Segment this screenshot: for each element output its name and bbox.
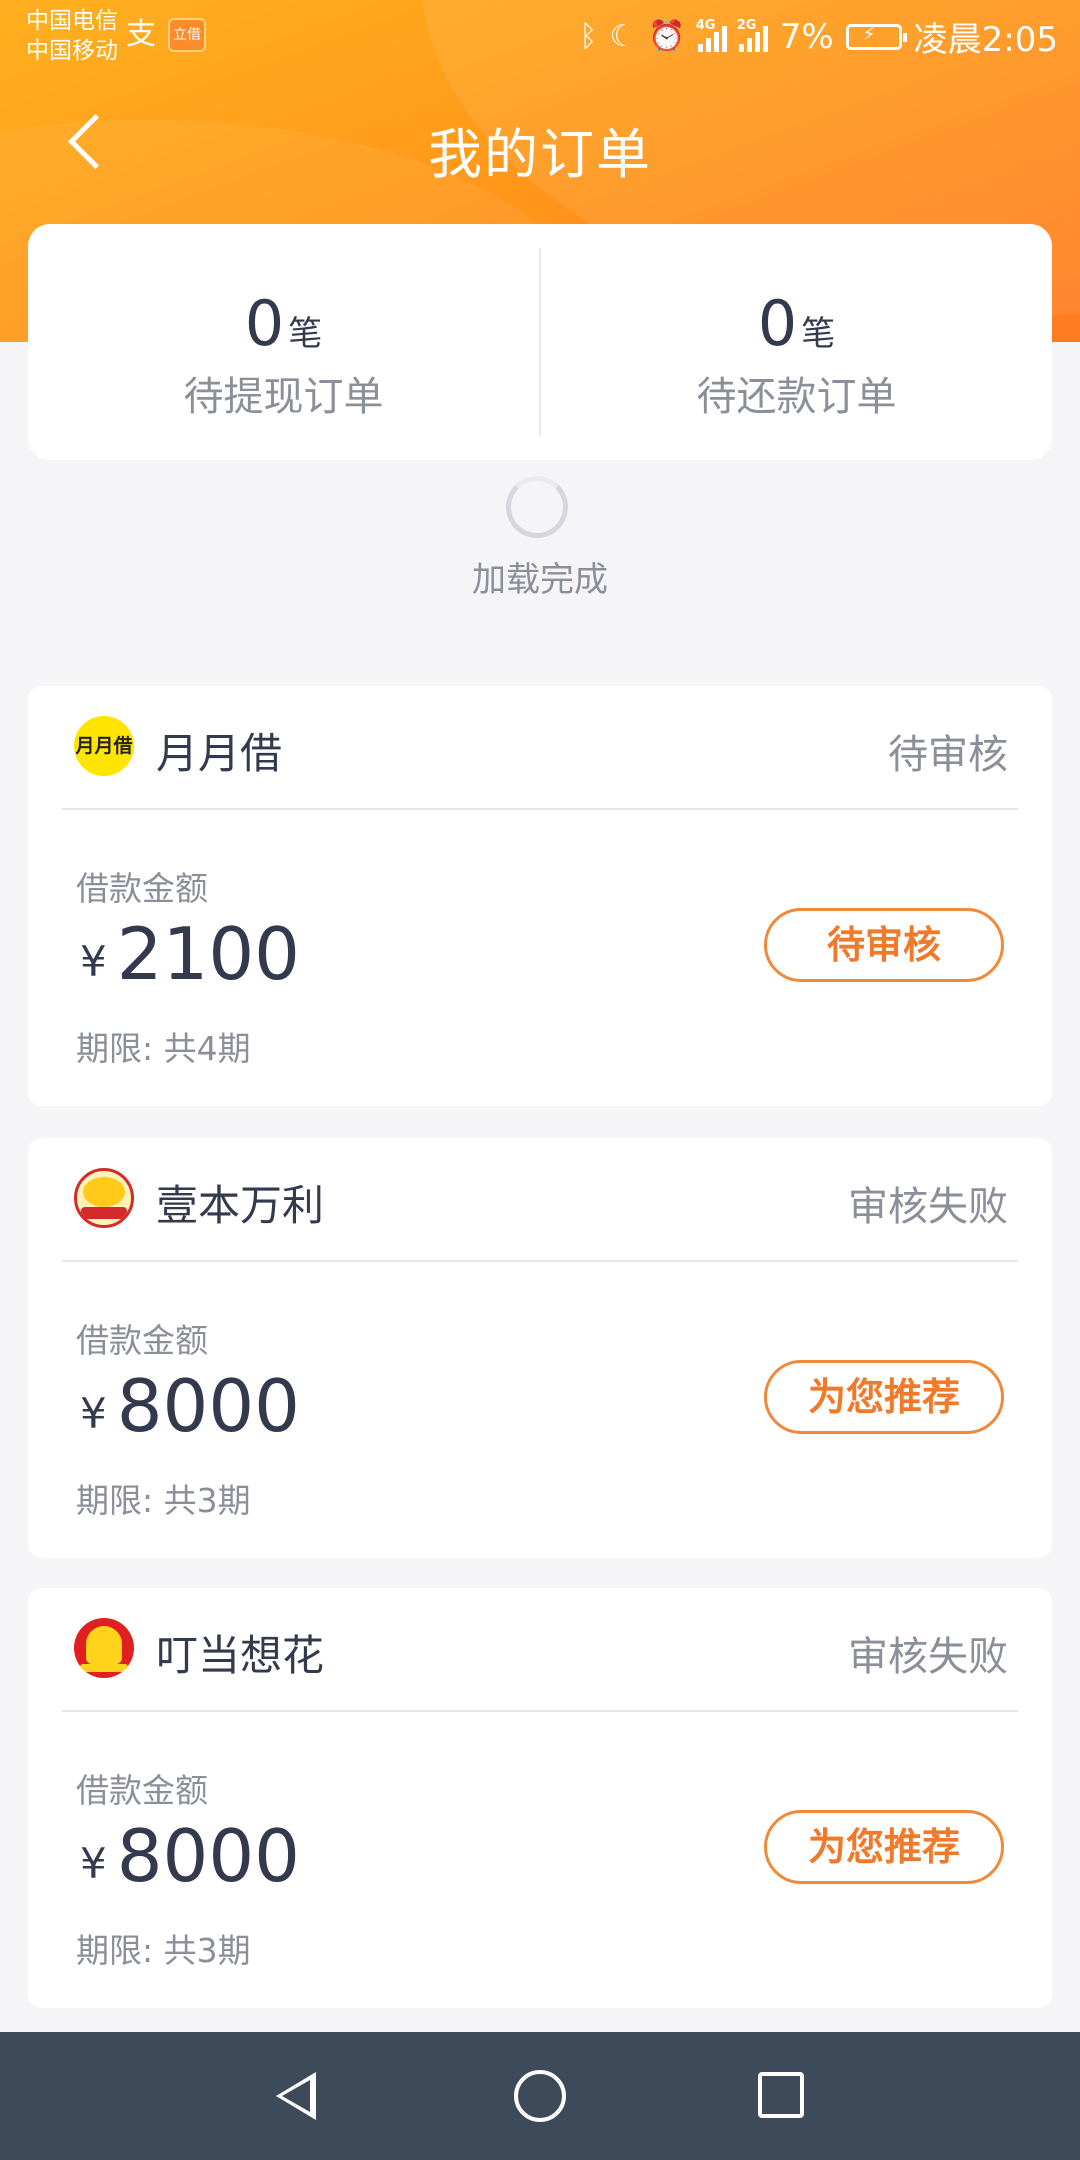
recommend-button[interactable]: 为您推荐 xyxy=(764,1810,1004,1884)
signal-2g-icon: 2G xyxy=(737,18,768,52)
loading-spinner-icon xyxy=(506,476,568,538)
battery-percent: 7% xyxy=(779,16,834,57)
loan-amount: ¥8000 xyxy=(80,1816,300,1896)
nav-recent-apps-icon[interactable] xyxy=(758,2072,804,2118)
pending-repay-summary[interactable]: 0笔 待还款订单 xyxy=(541,224,1052,460)
recommend-button[interactable]: 为您推荐 xyxy=(764,1360,1004,1434)
order-status: 审核失败 xyxy=(848,1634,1008,1680)
count-unit: 笔 xyxy=(801,314,836,354)
nav-back-icon[interactable] xyxy=(276,2072,316,2120)
moon-icon: ☾ xyxy=(609,19,637,54)
status-indicators: ᛒ ☾ ⏰ 4G 2G 7% ⚡ 凌晨2:05 xyxy=(579,12,1058,61)
currency-symbol: ¥ xyxy=(80,1389,107,1438)
order-card[interactable]: 壹本万利 审核失败 借款金额 ¥8000 期限: 共3期 为您推荐 xyxy=(28,1138,1052,1558)
status-bar: 中国电信 中国移动 支 立借 ᛒ ☾ ⏰ 4G 2G 7% ⚡ 凌晨2:05 xyxy=(0,0,1080,72)
order-card-header: 壹本万利 审核失败 xyxy=(62,1138,1018,1262)
pending-repay-label: 待还款订单 xyxy=(696,374,897,420)
loan-term: 期限: 共4期 xyxy=(76,1029,251,1068)
order-card-header: 月月借 月月借 待审核 xyxy=(62,686,1018,810)
order-status: 审核失败 xyxy=(848,1184,1008,1230)
yueyuejie-logo-icon: 月月借 xyxy=(74,716,134,776)
count-unit: 笔 xyxy=(288,314,323,354)
signal-4g-icon: 4G xyxy=(696,18,727,52)
amount-value: 2100 xyxy=(116,912,300,996)
amount-label: 借款金额 xyxy=(76,1321,208,1360)
pending-repay-count: 0 xyxy=(757,287,798,360)
pending-withdraw-summary[interactable]: 0笔 待提现订单 xyxy=(28,224,539,460)
amount-value: 8000 xyxy=(116,1814,300,1898)
alipay-icon: 支 xyxy=(126,17,156,52)
currency-symbol: ¥ xyxy=(80,937,107,986)
order-card[interactable]: 叮当想花 审核失败 借款金额 ¥8000 期限: 共3期 为您推荐 xyxy=(28,1588,1052,2008)
amount-value: 8000 xyxy=(116,1364,300,1448)
lender-name: 月月借 xyxy=(156,729,283,778)
loan-amount: ¥2100 xyxy=(80,914,300,994)
battery-icon: ⚡ xyxy=(845,23,907,50)
page-title: 我的订单 xyxy=(428,123,652,186)
loading-status-text: 加载完成 xyxy=(472,560,608,600)
pending-withdraw-count: 0 xyxy=(244,287,285,360)
carrier-info: 中国电信 中国移动 xyxy=(26,6,118,66)
order-card[interactable]: 月月借 月月借 待审核 借款金额 ¥2100 期限: 共4期 待审核 xyxy=(28,686,1052,1106)
alarm-icon: ⏰ xyxy=(648,19,686,54)
notification-icons: 支 立借 xyxy=(126,18,206,52)
amount-label: 借款金额 xyxy=(76,869,208,908)
pending-withdraw-label: 待提现订单 xyxy=(183,374,384,420)
carrier-1: 中国电信 xyxy=(26,8,118,34)
system-navigation-bar xyxy=(0,2032,1080,2160)
dingdangxianghua-logo-icon xyxy=(74,1618,134,1678)
pending-review-button[interactable]: 待审核 xyxy=(764,908,1004,982)
order-status: 待审核 xyxy=(888,732,1008,778)
nav-home-icon[interactable] xyxy=(514,2070,566,2122)
carrier-2: 中国移动 xyxy=(26,38,118,64)
loan-term: 期限: 共3期 xyxy=(76,1931,251,1970)
lender-name: 叮当想花 xyxy=(156,1631,325,1680)
bluetooth-icon: ᛒ xyxy=(579,19,598,54)
lender-name: 壹本万利 xyxy=(156,1181,325,1230)
clock: 凌晨2:05 xyxy=(913,20,1058,60)
yibenwanli-logo-icon xyxy=(74,1168,134,1228)
currency-symbol: ¥ xyxy=(80,1839,107,1888)
loan-term: 期限: 共3期 xyxy=(76,1481,251,1520)
amount-label: 借款金额 xyxy=(76,1771,208,1810)
order-summary-card: 0笔 待提现订单 0笔 待还款订单 xyxy=(28,224,1052,460)
lijie-app-icon: 立借 xyxy=(168,18,206,52)
order-card-header: 叮当想花 审核失败 xyxy=(62,1588,1018,1712)
loan-amount: ¥8000 xyxy=(80,1366,300,1446)
